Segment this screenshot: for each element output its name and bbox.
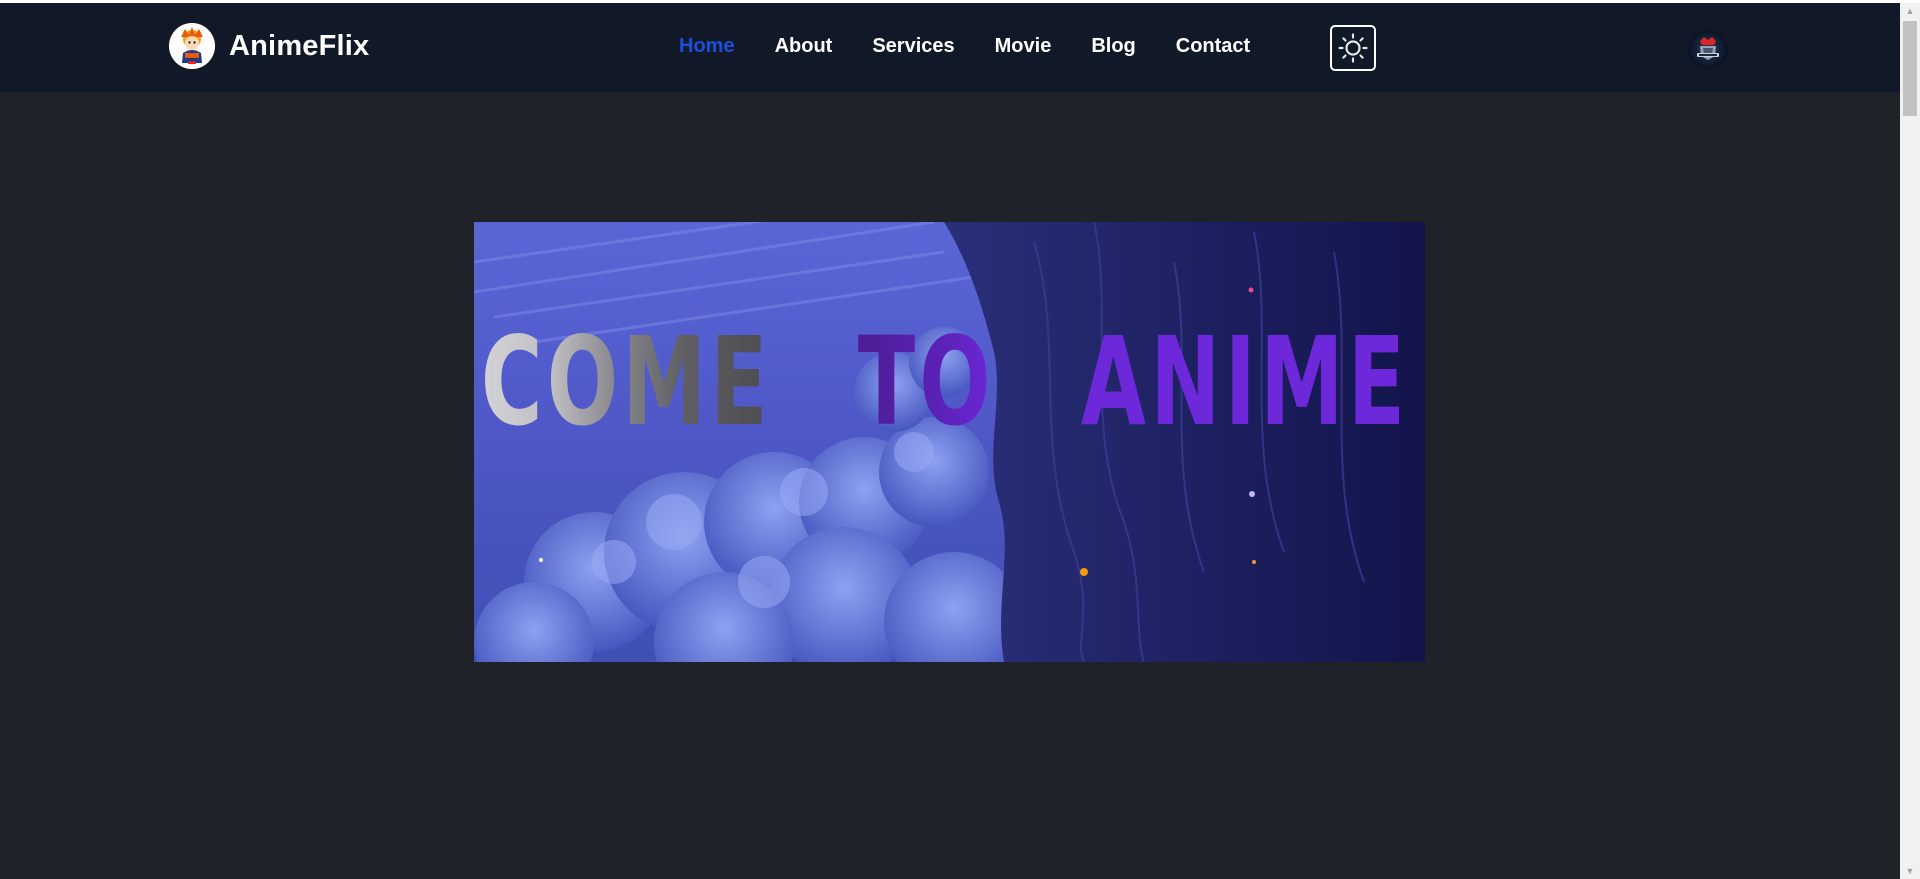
scroll-up-arrow-icon[interactable]: ▲ (1900, 3, 1920, 19)
main-nav: Home About Services Movie Blog Contact (679, 33, 1290, 59)
hero-word-anime: ANIME (1080, 311, 1410, 453)
nav-about-link[interactable]: About (775, 33, 833, 59)
navbar: AnimeFlix Home About Services Movie Blog… (0, 3, 1900, 92)
hero-word-to: TO (857, 311, 995, 453)
hero-title: COME TO ANIME (474, 311, 1405, 453)
user-avatar[interactable] (1688, 29, 1728, 69)
brand-link[interactable]: AnimeFlix (169, 23, 369, 69)
brand-logo-icon (169, 23, 215, 69)
scrollbar-thumb[interactable] (1903, 21, 1917, 116)
hero-word-come: COME (480, 311, 772, 453)
scroll-down-arrow-icon[interactable]: ▼ (1900, 863, 1920, 879)
nav-contact-link[interactable]: Contact (1176, 33, 1250, 59)
sun-icon (1337, 32, 1369, 64)
nav-movie-link[interactable]: Movie (995, 33, 1052, 59)
brand-name: AnimeFlix (229, 29, 370, 62)
nav-home-link[interactable]: Home (679, 33, 735, 59)
vertical-scrollbar[interactable]: ▲ ▼ (1900, 3, 1920, 879)
theme-toggle-button[interactable] (1330, 25, 1376, 71)
nav-blog-link[interactable]: Blog (1091, 33, 1135, 59)
hero-banner: COME TO ANIME (474, 222, 1425, 662)
nav-services-link[interactable]: Services (872, 33, 954, 59)
